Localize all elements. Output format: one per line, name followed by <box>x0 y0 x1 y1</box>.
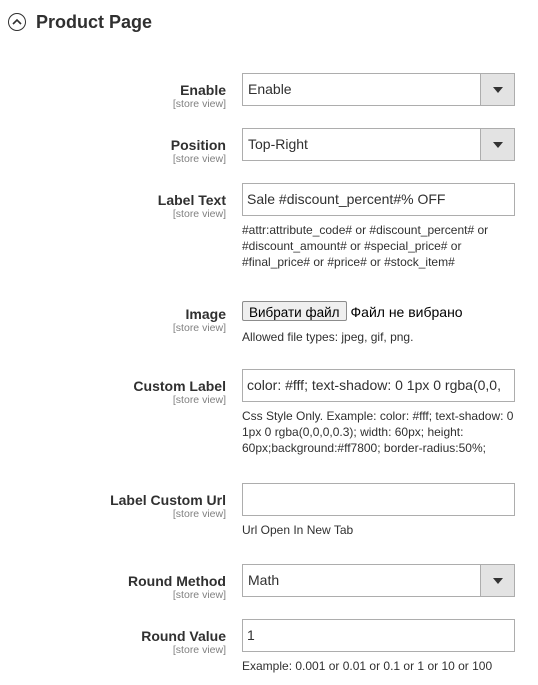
position-label: Position <box>170 137 226 153</box>
dropdown-button[interactable] <box>480 74 514 105</box>
round-value-input[interactable]: 1 <box>242 619 515 652</box>
field-enable: Enable [store view] Enable <box>0 73 538 110</box>
collapse-chevron-up-icon[interactable] <box>8 13 26 31</box>
round-value-scope: [store view] <box>172 644 226 656</box>
position-scope: [store view] <box>172 153 226 165</box>
custom-url-label: Label Custom Url <box>110 492 226 508</box>
image-label: Image <box>185 306 226 322</box>
image-note: Allowed file types: jpeg, gif, png. <box>242 330 414 344</box>
choose-file-button[interactable]: Вибрати файл <box>242 301 347 321</box>
enable-select-value: Enable <box>248 81 292 97</box>
custom-url-value <box>243 484 514 491</box>
enable-select[interactable]: Enable <box>242 73 515 106</box>
round-value-label: Round Value <box>141 628 226 644</box>
custom-url-note: Url Open In New Tab <box>242 523 354 537</box>
field-position: Position [store view] Top-Right <box>0 128 538 165</box>
section-header[interactable]: Product Page <box>8 10 152 34</box>
custom-label-input[interactable]: color: #fff; text-shadow: 0 1px 0 rgba(0… <box>242 369 515 402</box>
custom-label-label: Custom Label <box>133 378 226 394</box>
position-select-value: Top-Right <box>248 136 308 152</box>
round-method-scope: [store view] <box>172 589 226 601</box>
custom-label-value: color: #fff; text-shadow: 0 1px 0 rgba(0… <box>247 377 501 393</box>
label-text-input[interactable]: Sale #discount_percent#% OFF <box>242 183 515 216</box>
chevron-down-icon <box>492 141 503 148</box>
round-method-label: Round Method <box>128 573 226 589</box>
custom-label-scope: [store view] <box>172 394 226 406</box>
section-title: Product Page <box>36 11 153 32</box>
enable-scope: [store view] <box>172 98 226 110</box>
dropdown-button[interactable] <box>480 565 514 596</box>
round-method-select[interactable]: Math <box>242 564 515 597</box>
image-file-input[interactable]: Вибрати файл Файл не вибрано <box>242 301 463 322</box>
label-text-value: Sale #discount_percent#% OFF <box>247 191 446 207</box>
label-text-note: #attr:attribute_code# or #discount_perce… <box>242 223 489 269</box>
custom-url-scope: [store view] <box>172 508 226 520</box>
label-text-scope: [store view] <box>172 208 226 220</box>
label-text-label: Label Text <box>157 192 226 208</box>
dropdown-button[interactable] <box>480 129 514 160</box>
enable-label: Enable <box>180 82 226 98</box>
chevron-down-icon <box>492 577 503 584</box>
image-scope: [store view] <box>172 322 226 334</box>
round-value-note: Example: 0.001 or 0.01 or 0.1 or 1 or 10… <box>242 659 493 673</box>
round-value-value: 1 <box>247 627 255 643</box>
chevron-down-icon <box>492 86 503 93</box>
field-round-method: Round Method [store view] Math <box>0 564 538 601</box>
position-select[interactable]: Top-Right <box>242 128 515 161</box>
file-status: Файл не вибрано <box>350 304 463 320</box>
custom-label-note: Css Style Only. Example: color: #fff; te… <box>242 409 514 455</box>
custom-url-input[interactable] <box>242 483 515 516</box>
round-method-value: Math <box>248 572 280 588</box>
